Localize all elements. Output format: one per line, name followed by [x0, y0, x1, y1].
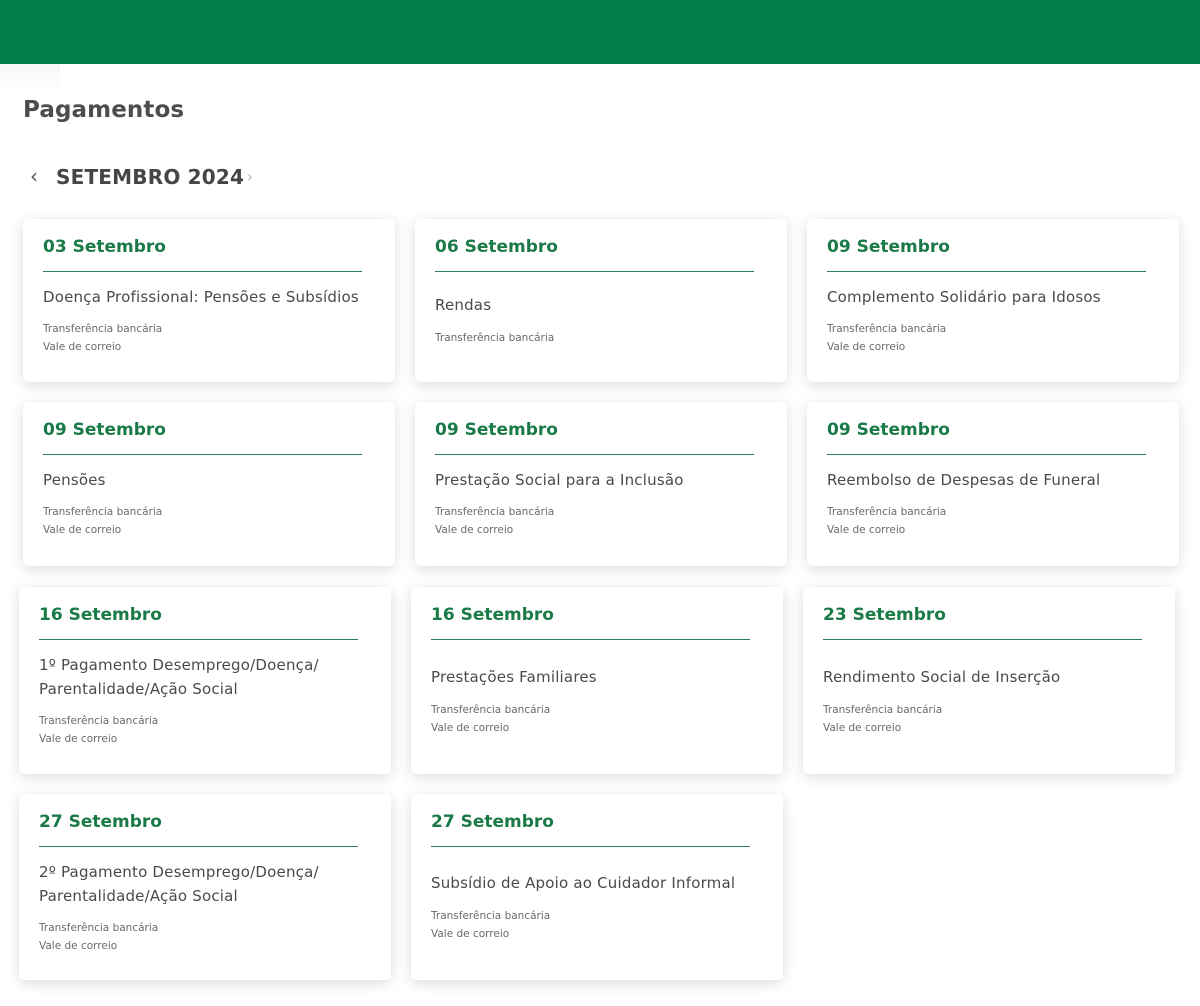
payment-card[interactable]: 27 Setembro Subsídio de Apoio ao Cuidado… — [411, 794, 783, 980]
card-title: Doença Profissional: Pensões e Subsídios — [43, 288, 359, 306]
card-date: 09 Setembro — [827, 237, 950, 257]
card-date: 23 Setembro — [823, 605, 946, 625]
payment-method: Vale de correio — [43, 341, 122, 353]
card-date: 09 Setembro — [435, 420, 558, 440]
payment-card[interactable]: 09 Setembro Prestação Social para a Incl… — [415, 402, 787, 566]
payment-card[interactable]: 23 Setembro Rendimento Social de Inserçã… — [803, 587, 1175, 774]
card-divider — [827, 454, 1146, 455]
chevron-right-icon[interactable]: › — [241, 163, 259, 191]
payment-methods: Transferência bancária Vale de correio — [823, 701, 942, 737]
payment-methods: Transferência bancária Vale de correio — [827, 503, 946, 539]
payment-method: Transferência bancária — [431, 910, 551, 922]
payment-method: Transferência bancária — [43, 323, 163, 335]
header-shadow — [0, 64, 60, 94]
payment-method: Vale de correio — [39, 940, 118, 952]
card-title: Rendimento Social de Inserção — [823, 668, 1061, 686]
card-date: 27 Setembro — [39, 812, 162, 832]
card-title: Prestação Social para a Inclusão — [435, 471, 684, 489]
card-date: 16 Setembro — [431, 605, 554, 625]
page-title: Pagamentos — [23, 97, 185, 123]
payment-card[interactable]: 27 Setembro 2º Pagamento Desemprego/Doen… — [19, 794, 391, 980]
payment-methods: Transferência bancária Vale de correio — [39, 712, 158, 748]
card-date: 06 Setembro — [435, 237, 558, 257]
payment-method: Transferência bancária — [827, 323, 947, 335]
payment-method: Transferência bancária — [435, 506, 555, 518]
card-title: Complemento Solidário para Idosos — [827, 288, 1101, 306]
card-divider — [827, 271, 1146, 272]
card-date: 27 Setembro — [431, 812, 554, 832]
payment-method: Vale de correio — [431, 928, 510, 940]
month-label: SETEMBRO 2024 — [56, 165, 245, 189]
payment-card[interactable]: 09 Setembro Pensões Transferência bancár… — [23, 402, 395, 566]
month-navigation: ‹ SETEMBRO 2024 › — [25, 163, 285, 191]
card-divider — [39, 846, 358, 847]
payment-method: Vale de correio — [827, 524, 906, 536]
payment-methods: Transferência bancária Vale de correio — [43, 320, 162, 356]
card-date: 09 Setembro — [43, 420, 166, 440]
card-divider — [435, 454, 754, 455]
payment-card[interactable]: 16 Setembro 1º Pagamento Desemprego/Doen… — [19, 587, 391, 774]
card-title: 2º Pagamento Desemprego/Doença/ Parental… — [39, 863, 319, 905]
payment-method: Transferência bancária — [823, 704, 943, 716]
payment-method: Vale de correio — [435, 524, 514, 536]
payment-method: Transferência bancária — [39, 715, 159, 727]
card-title: Reembolso de Despesas de Funeral — [827, 471, 1101, 489]
payment-method: Vale de correio — [823, 722, 902, 734]
payment-method: Transferência bancária — [43, 506, 163, 518]
card-divider — [431, 846, 750, 847]
payment-methods: Transferência bancária Vale de correio — [39, 919, 158, 955]
payment-card[interactable]: 09 Setembro Reembolso de Despesas de Fun… — [807, 402, 1179, 566]
payment-methods: Transferência bancária Vale de correio — [43, 503, 162, 539]
card-divider — [39, 639, 358, 640]
payment-card[interactable]: 16 Setembro Prestações Familiares Transf… — [411, 587, 783, 774]
card-date: 09 Setembro — [827, 420, 950, 440]
chevron-left-icon[interactable]: ‹ — [25, 163, 43, 191]
card-date: 16 Setembro — [39, 605, 162, 625]
card-title: Subsídio de Apoio ao Cuidador Informal — [431, 874, 736, 892]
payment-method: Transferência bancária — [431, 704, 551, 716]
card-divider — [43, 454, 362, 455]
payment-methods: Transferência bancária Vale de correio — [827, 320, 946, 356]
card-divider — [431, 639, 750, 640]
payment-method: Vale de correio — [39, 733, 118, 745]
card-divider — [823, 639, 1142, 640]
payment-method: Transferência bancária — [827, 506, 947, 518]
card-title: Prestações Familiares — [431, 668, 597, 686]
top-header-bar — [0, 0, 1200, 64]
payment-method: Transferência bancária — [435, 332, 555, 344]
card-title: Pensões — [43, 471, 106, 489]
payment-methods: Transferência bancária Vale de correio — [431, 701, 550, 737]
payment-method: Vale de correio — [431, 722, 510, 734]
card-title: Rendas — [435, 296, 492, 314]
payment-method: Vale de correio — [43, 524, 122, 536]
payment-methods: Transferência bancária — [435, 329, 554, 347]
payment-card[interactable]: 06 Setembro Rendas Transferência bancári… — [415, 219, 787, 382]
payment-card[interactable]: 09 Setembro Complemento Solidário para I… — [807, 219, 1179, 382]
payment-method: Transferência bancária — [39, 922, 159, 934]
card-title: 1º Pagamento Desemprego/Doença/ Parental… — [39, 656, 319, 698]
card-divider — [43, 271, 362, 272]
payment-card[interactable]: 03 Setembro Doença Profissional: Pensões… — [23, 219, 395, 382]
payment-methods: Transferência bancária Vale de correio — [431, 907, 550, 943]
payment-method: Vale de correio — [827, 341, 906, 353]
card-date: 03 Setembro — [43, 237, 166, 257]
card-divider — [435, 271, 754, 272]
payment-methods: Transferência bancária Vale de correio — [435, 503, 554, 539]
